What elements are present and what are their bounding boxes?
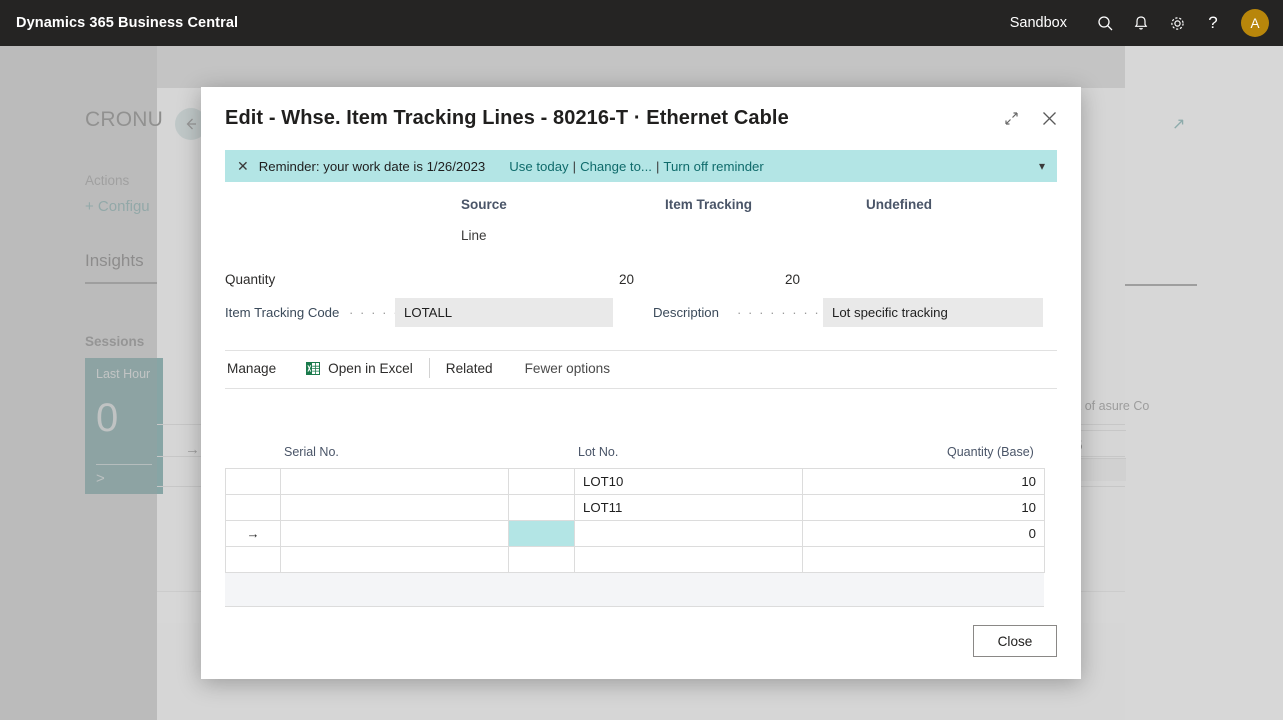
description-input[interactable]: Lot specific tracking xyxy=(823,298,1043,327)
product-title: Dynamics 365 Business Central xyxy=(16,15,239,31)
search-icon[interactable] xyxy=(1087,3,1123,43)
chevron-down-icon[interactable]: ▾ xyxy=(1039,159,1045,173)
cell-serial-no[interactable] xyxy=(280,468,509,495)
environment-label: Sandbox xyxy=(1009,15,1067,31)
row-indicator xyxy=(225,494,281,521)
table-row[interactable]: LOT11 10 xyxy=(225,494,1045,521)
open-in-excel-button[interactable]: Open in Excel xyxy=(306,361,413,376)
matrix-header-source: Source xyxy=(461,197,507,212)
link-separator: | xyxy=(572,158,577,174)
close-icon[interactable] xyxy=(1039,107,1059,129)
cell-narrow[interactable] xyxy=(508,468,575,495)
matrix-header-item-tracking: Item Tracking xyxy=(665,197,753,212)
grid-header-row: Serial No. Lot No. Quantity (Base) xyxy=(225,442,1044,468)
cell-serial-no[interactable] xyxy=(280,520,509,547)
grid-header-serial-no: Serial No. xyxy=(284,445,339,459)
related-menu[interactable]: Related xyxy=(446,361,493,376)
notification-links: Use today | Change to... | Turn off reminder xyxy=(509,159,764,174)
cell-quantity-base[interactable]: 0 xyxy=(802,520,1045,547)
cell-serial-no[interactable] xyxy=(280,546,509,573)
matrix-subheader-line: Line xyxy=(461,228,487,243)
table-row[interactable]: → 0 xyxy=(225,520,1045,547)
gear-icon[interactable] xyxy=(1159,3,1195,43)
ribbon-divider-bottom xyxy=(225,388,1057,389)
ribbon-separator xyxy=(428,358,430,378)
close-button[interactable]: Close xyxy=(973,625,1057,657)
matrix-value-item-tracking: 20 xyxy=(785,272,801,287)
grid-header-quantity-base: Quantity (Base) xyxy=(947,445,1034,459)
cell-narrow[interactable] xyxy=(508,494,575,521)
grid-table: LOT10 10 LOT11 10 → 0 xyxy=(225,468,1045,573)
open-in-excel-label: Open in Excel xyxy=(328,360,413,376)
table-row[interactable]: LOT10 10 xyxy=(225,468,1045,495)
row-indicator: → xyxy=(225,520,281,547)
expand-icon[interactable] xyxy=(1001,107,1021,129)
matrix-header-undefined: Undefined xyxy=(866,197,932,212)
cell-quantity-base[interactable] xyxy=(802,546,1045,573)
manage-menu[interactable]: Manage xyxy=(227,361,276,376)
matrix-value-source: 20 xyxy=(618,272,634,287)
item-tracking-code-label: Item Tracking Code xyxy=(225,305,340,320)
fewer-options-button[interactable]: Fewer options xyxy=(525,361,610,376)
grid-header-lot-no: Lot No. xyxy=(578,445,619,459)
cell-lot-no[interactable] xyxy=(574,546,803,573)
cell-quantity-base[interactable]: 10 xyxy=(802,468,1045,495)
row-indicator xyxy=(225,546,281,573)
app-bar-right: Sandbox ? A xyxy=(1010,3,1283,43)
bell-icon[interactable] xyxy=(1123,3,1159,43)
quantity-matrix: Source Item Tracking Undefined Line Quan… xyxy=(225,197,1057,287)
work-date-notification: ✕ Reminder: your work date is 1/26/2023 … xyxy=(225,150,1057,182)
link-separator: | xyxy=(655,158,660,174)
cell-lot-no[interactable]: LOT10 xyxy=(574,468,803,495)
label-dots: · · · · · xyxy=(349,305,400,320)
cell-quantity-base[interactable]: 10 xyxy=(802,494,1045,521)
grid-body: LOT10 10 LOT11 10 → 0 xyxy=(225,468,1045,573)
cell-lot-no[interactable]: LOT11 xyxy=(574,494,803,521)
cell-lot-no[interactable] xyxy=(574,520,803,547)
avatar[interactable]: A xyxy=(1241,9,1269,37)
table-row[interactable] xyxy=(225,546,1045,573)
matrix-row-label-quantity: Quantity xyxy=(225,272,276,287)
use-today-link[interactable]: Use today xyxy=(509,159,568,174)
field-row: Item Tracking Code · · · · · LOTALL Desc… xyxy=(225,298,1057,328)
modal-scrim-left xyxy=(0,46,157,720)
app-bar: Dynamics 365 Business Central Sandbox ? … xyxy=(0,0,1283,46)
help-icon[interactable]: ? xyxy=(1195,3,1231,43)
cell-narrow[interactable] xyxy=(508,546,575,573)
notification-dismiss-icon[interactable]: ✕ xyxy=(237,158,249,175)
cell-narrow-selected[interactable] xyxy=(508,520,575,547)
tracking-lines-grid: Serial No. Lot No. Quantity (Base) LOT10… xyxy=(225,442,1045,607)
dialog-title: Edit - Whse. Item Tracking Lines - 80216… xyxy=(225,107,789,129)
turn-off-reminder-link[interactable]: Turn off reminder xyxy=(663,159,763,174)
excel-icon xyxy=(306,361,321,376)
dialog-header-icons xyxy=(1001,107,1059,129)
grid-footer-band xyxy=(225,573,1044,607)
item-tracking-dialog: Edit - Whse. Item Tracking Lines - 80216… xyxy=(201,87,1081,679)
item-tracking-code-input[interactable]: LOTALL xyxy=(395,298,613,327)
change-to-link[interactable]: Change to... xyxy=(580,159,652,174)
cell-serial-no[interactable] xyxy=(280,494,509,521)
action-ribbon: Manage Open in Excel Related Fewer optio… xyxy=(225,351,1057,385)
description-label: Description xyxy=(653,305,719,320)
row-indicator xyxy=(225,468,281,495)
notification-text: Reminder: your work date is 1/26/2023 xyxy=(258,158,486,174)
